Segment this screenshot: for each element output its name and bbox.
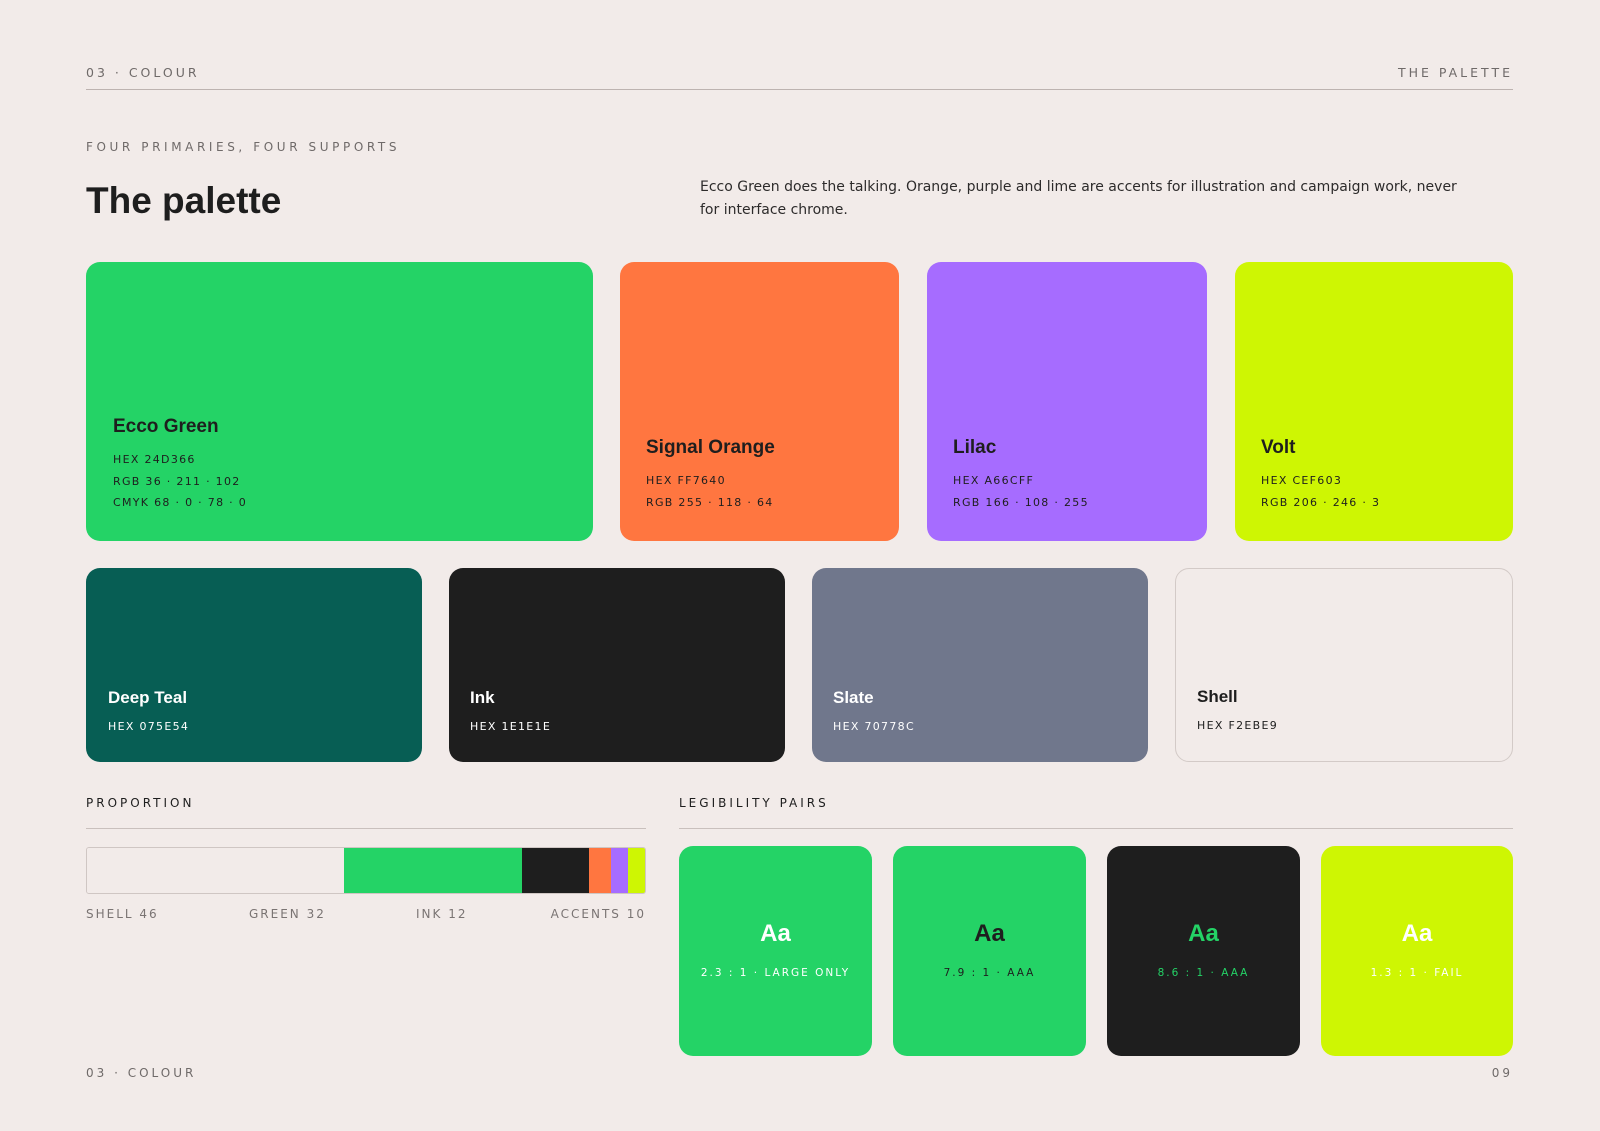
- swatch-ecco-green: Ecco Green HEX 24D366 RGB 36 · 211 · 102…: [86, 262, 593, 541]
- swatch-hex: HEX 70778C: [833, 720, 915, 733]
- proportion-segment-green: [343, 848, 523, 893]
- swatch-rgb: RGB 36 · 211 · 102: [113, 474, 241, 488]
- swatch-shell: Shell HEX F2EBE9: [1175, 568, 1513, 762]
- legibility-divider: [679, 828, 1513, 829]
- swatch-hex: HEX F2EBE9: [1197, 719, 1279, 732]
- swatch-volt: Volt HEX CEF603 RGB 206 · 246 · 3: [1235, 262, 1513, 541]
- proportion-segment-ink: [522, 848, 590, 893]
- proportion-segment-shell: [87, 848, 344, 893]
- swatch-name: Ecco Green: [113, 416, 219, 437]
- proportion-segment-lilac: [611, 848, 629, 893]
- pair-ratio: 2.3 : 1 · LARGE ONLY: [700, 967, 851, 979]
- swatch-signal-orange: Signal Orange HEX FF7640 RGB 255 · 118 ·…: [620, 262, 899, 541]
- proportion-label-ink: INK 12: [416, 907, 468, 921]
- swatch-name: Slate: [833, 688, 874, 707]
- pair-ratio: 1.3 : 1 · FAIL: [1370, 967, 1464, 979]
- pair-ratio: 7.9 : 1 · AAA: [943, 967, 1036, 979]
- swatch-hex: HEX FF7640: [646, 474, 726, 487]
- pair-sample: Aa: [760, 920, 791, 947]
- swatch-rgb: RGB 166 · 108 · 255: [953, 495, 1089, 509]
- proportion-segment-orange: [589, 848, 612, 893]
- legibility-heading: LEGIBILITY PAIRS: [679, 796, 829, 810]
- swatch-name: Lilac: [953, 437, 997, 458]
- swatch-hex: HEX CEF603: [1261, 474, 1343, 487]
- proportion-label-green: GREEN 32: [249, 907, 326, 921]
- pair-sample: Aa: [974, 920, 1005, 947]
- swatch-cmyk: CMYK 68 · 0 · 78 · 0: [113, 496, 248, 509]
- page-number: 09: [1491, 1066, 1513, 1080]
- header-section-label: 03 · COLOUR: [86, 65, 200, 80]
- palette-page: 03 · COLOUR THE PALETTE FOUR PRIMARIES, …: [0, 0, 1600, 1131]
- pair-sample: Aa: [1188, 920, 1219, 947]
- legibility-pair: Aa 1.3 : 1 · FAIL: [1321, 846, 1513, 1056]
- proportion-label-accents: ACCENTS 10: [550, 907, 646, 921]
- pair-ratio: 8.6 : 1 · AAA: [1157, 967, 1250, 979]
- legibility-pair: Aa 2.3 : 1 · LARGE ONLY: [679, 846, 872, 1056]
- swatch-specs: HEX CEF603 RGB 206 · 246 · 3: [1261, 470, 1380, 513]
- swatch-hex: HEX 24D366: [113, 453, 196, 466]
- swatch-hex: HEX A66CFF: [953, 474, 1035, 487]
- footer-section-label: 03 · COLOUR: [86, 1066, 197, 1080]
- page-title: The palette: [86, 180, 282, 221]
- swatch-hex: HEX 1E1E1E: [470, 720, 552, 733]
- swatch-specs: HEX A66CFF RGB 166 · 108 · 255: [953, 470, 1089, 513]
- proportion-heading: PROPORTION: [86, 796, 195, 810]
- intro-description: Ecco Green does the talking. Orange, pur…: [700, 179, 1457, 218]
- swatch-hex: HEX 075E54: [108, 720, 190, 733]
- legibility-pair: Aa 8.6 : 1 · AAA: [1107, 846, 1300, 1056]
- header-divider: [86, 89, 1513, 90]
- swatch-specs: HEX FF7640 RGB 255 · 118 · 64: [646, 470, 774, 513]
- intro-kicker: FOUR PRIMARIES, FOUR SUPPORTS: [86, 140, 401, 154]
- header-page-label: THE PALETTE: [1397, 65, 1513, 80]
- pair-sample: Aa: [1401, 920, 1433, 947]
- proportion-label-shell: SHELL 46: [86, 907, 159, 921]
- swatch-name: Deep Teal: [108, 688, 188, 707]
- swatch-name: Signal Orange: [646, 437, 775, 458]
- legibility-pair: Aa 7.9 : 1 · AAA: [893, 846, 1086, 1056]
- swatch-name: Shell: [1197, 687, 1238, 706]
- swatch-lilac: Lilac HEX A66CFF RGB 166 · 108 · 255: [927, 262, 1207, 541]
- swatch-slate: Slate HEX 70778C: [812, 568, 1148, 762]
- proportion-divider: [86, 828, 646, 829]
- swatch-rgb: RGB 206 · 246 · 3: [1261, 495, 1381, 509]
- swatch-name: Ink: [470, 688, 495, 707]
- proportion-bar: [86, 847, 646, 894]
- swatch-ink: Ink HEX 1E1E1E: [449, 568, 785, 762]
- proportion-segment-volt: [628, 848, 645, 893]
- swatch-rgb: RGB 255 · 118 · 64: [646, 495, 774, 509]
- swatch-deep-teal: Deep Teal HEX 075E54: [86, 568, 422, 762]
- swatch-specs: HEX 24D366 RGB 36 · 211 · 102 CMYK 68 · …: [113, 449, 247, 514]
- swatch-name: Volt: [1261, 437, 1296, 458]
